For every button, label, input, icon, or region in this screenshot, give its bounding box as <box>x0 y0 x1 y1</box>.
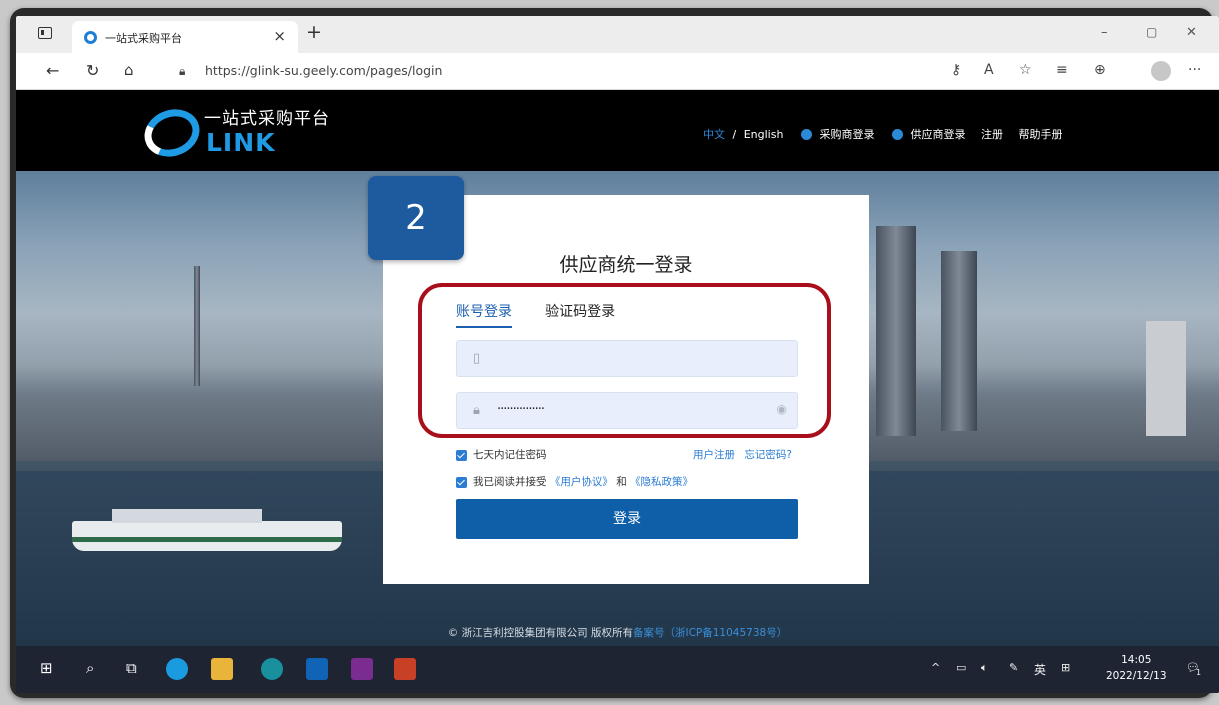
clock-time: 14:05 <box>1121 654 1152 666</box>
user-agreement-link[interactable]: 《用户协议》 <box>550 476 613 488</box>
keyboard-icon[interactable]: ⊞ <box>1061 661 1070 674</box>
supplier-icon <box>891 128 903 140</box>
minimize-button[interactable]: – <box>1101 25 1108 40</box>
start-icon[interactable]: ⊞ <box>40 659 53 677</box>
collections-icon[interactable]: ⊕ <box>1094 62 1106 78</box>
tab-close-icon[interactable]: × <box>273 27 286 45</box>
windows-taskbar: ⊞ ⌕ ⧉ ^ ▭ 🔈︎ ✎ 英 ⊞ 14:05 2022/12/13 💬︎ 1 <box>16 646 1219 693</box>
site-logo[interactable]: 一站式采购平台 LINK <box>137 101 344 165</box>
remember-checkbox[interactable] <box>456 449 467 461</box>
notification-count: 1 <box>1196 668 1202 677</box>
browser-tab[interactable]: 一站式采购平台 × <box>72 21 298 53</box>
login-button[interactable]: 登录 <box>456 499 798 539</box>
tray-chevron-icon[interactable]: ^ <box>931 661 940 674</box>
new-tab-button[interactable]: + <box>306 21 322 43</box>
refresh-icon[interactable]: ↻ <box>86 61 99 80</box>
browser-tab-bar: 一站式采购平台 × + – ▢ ✕ <box>16 16 1219 53</box>
search-icon[interactable]: ⌕ <box>86 659 94 677</box>
battery-icon[interactable]: ▭ <box>956 661 966 674</box>
web-page: 一站式采购平台 LINK 中文 / English 采购商登录 供应商登录 注册… <box>16 90 1219 646</box>
key-icon[interactable]: ⚷ <box>951 62 961 78</box>
onenote-icon[interactable] <box>351 658 373 680</box>
clock-date: 2022/12/13 <box>1106 670 1167 682</box>
privacy-policy-link[interactable]: 《隐私政策》 <box>630 476 693 488</box>
close-window-button[interactable]: ✕ <box>1186 25 1197 40</box>
remember-row: 七天内记住密码 <box>456 447 547 462</box>
highlight-box <box>418 283 831 438</box>
tower-1 <box>876 226 916 436</box>
remember-label: 七天内记住密码 <box>473 449 547 461</box>
screen: 一站式采购平台 × + – ▢ ✕ ← ↻ ⌂ 🔒︎ https://glink… <box>16 16 1219 693</box>
add-favorite-icon[interactable]: ☆ <box>1019 62 1032 78</box>
powerpoint-icon[interactable] <box>394 658 416 680</box>
lock-icon: 🔒︎ <box>179 64 186 78</box>
help-manual-link[interactable]: 帮助手册 <box>1018 126 1062 142</box>
lang-en-link[interactable]: English <box>744 128 784 141</box>
url-text: https://glink-su.geely.com/pages/login <box>205 63 443 78</box>
top-navigation: 中文 / English 采购商登录 供应商登录 注册 帮助手册 <box>703 126 1062 142</box>
home-icon[interactable]: ⌂ <box>124 61 134 79</box>
register-link[interactable]: 注册 <box>981 126 1003 142</box>
agree-checkbox[interactable] <box>456 476 467 488</box>
pen-icon[interactable]: ✎ <box>1009 661 1018 674</box>
agree-and: 和 <box>616 476 627 488</box>
volume-icon[interactable]: 🔈︎ <box>981 661 988 675</box>
site-footer: © 浙江吉利控股集团有限公司 版权所有备案号（浙ICP备11045738号） <box>16 625 1219 640</box>
read-aloud-icon[interactable]: A <box>984 62 994 78</box>
system-clock[interactable]: 14:05 2022/12/13 <box>1106 652 1167 684</box>
favorites-icon[interactable]: ≡ <box>1056 62 1068 78</box>
logo-ring-icon <box>137 101 207 165</box>
site-header: 一站式采购平台 LINK 中文 / English 采购商登录 供应商登录 注册… <box>16 90 1219 171</box>
agree-prefix: 我已阅读并接受 <box>473 476 547 488</box>
edge-icon[interactable] <box>261 658 283 680</box>
step-badge: 2 <box>368 176 464 260</box>
space-needle <box>194 266 200 386</box>
icp-number-link[interactable]: （浙ICP备11045738号） <box>664 627 787 639</box>
maximize-button[interactable]: ▢ <box>1146 25 1157 39</box>
account-links: 用户注册 忘记密码? <box>693 447 792 462</box>
lang-cn-link[interactable]: 中文 <box>703 126 725 142</box>
forgot-password-link[interactable]: 忘记密码? <box>744 449 792 461</box>
skype-icon[interactable] <box>166 658 188 680</box>
tab-title: 一站式采购平台 <box>105 32 182 45</box>
supplier-login-link[interactable]: 供应商登录 <box>910 126 965 142</box>
browser-address-bar: ← ↻ ⌂ 🔒︎ https://glink-su.geely.com/page… <box>16 53 1219 90</box>
site-favicon-icon <box>84 31 97 44</box>
icp-label-link[interactable]: 备案号 <box>633 627 665 639</box>
more-menu-icon[interactable]: ··· <box>1188 62 1201 78</box>
user-register-link[interactable]: 用户注册 <box>693 449 735 461</box>
logo-en-text: LINK <box>206 128 276 157</box>
outlook-icon[interactable] <box>306 658 328 680</box>
logo-cn-text: 一站式采购平台 <box>204 109 330 129</box>
buyer-icon <box>800 128 812 140</box>
back-icon[interactable]: ← <box>46 61 59 80</box>
copyright-text: © 浙江吉利控股集团有限公司 版权所有 <box>447 627 633 639</box>
agree-row: 我已阅读并接受 《用户协议》 和 《隐私政策》 <box>456 474 693 489</box>
tab-actions-icon[interactable] <box>38 27 52 39</box>
ferry <box>72 509 342 551</box>
task-view-icon[interactable]: ⧉ <box>126 659 137 677</box>
url-field[interactable]: 🔒︎ https://glink-su.geely.com/pages/logi… <box>179 58 959 85</box>
tower-3 <box>1146 321 1186 436</box>
tower-2 <box>941 251 977 431</box>
profile-avatar[interactable] <box>1151 61 1171 81</box>
lang-separator: / <box>732 127 737 141</box>
ime-indicator[interactable]: 英 <box>1034 661 1046 678</box>
file-explorer-icon[interactable] <box>211 658 233 680</box>
buyer-login-link[interactable]: 采购商登录 <box>819 126 874 142</box>
